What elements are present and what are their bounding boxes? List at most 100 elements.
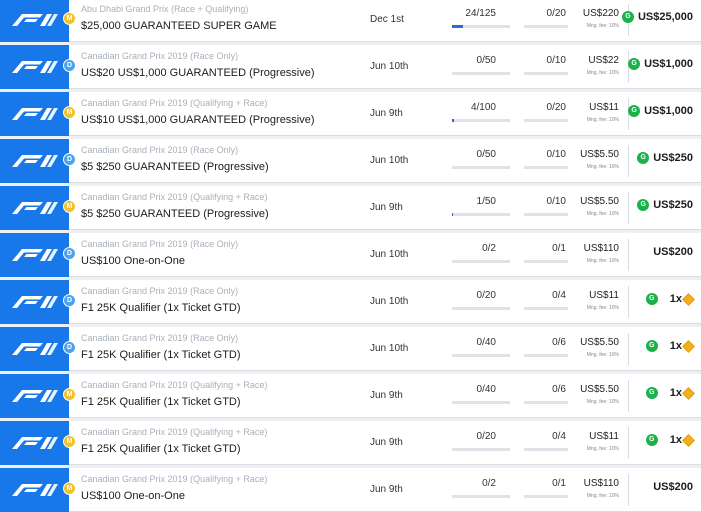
multi-entry-bar	[524, 401, 568, 404]
contest-title[interactable]: $5 $250 GUARANTEED (Progressive)	[81, 161, 269, 173]
contest-row[interactable]: M Abu Dhabi Grand Prix (Race + Qualifying…	[0, 0, 701, 42]
entries-count: 1/50	[476, 196, 496, 207]
multi-entry-bar	[524, 25, 568, 28]
prize-pool: G US$25,000	[621, 11, 693, 23]
game-type-badge: D	[63, 341, 76, 354]
multi-entry-bar	[524, 260, 568, 263]
column-divider	[628, 239, 629, 271]
column-divider	[628, 427, 629, 459]
contest-title[interactable]: F1 25K Qualifier (1x Ticket GTD)	[81, 396, 241, 408]
guaranteed-icon: G	[645, 387, 658, 399]
prize-pool: G 1x	[636, 339, 695, 353]
entries-progress-bar	[452, 354, 510, 357]
f1-logo-icon	[0, 139, 69, 183]
multi-entry-bar	[524, 119, 568, 122]
event-name: Canadian Grand Prix 2019 (Race Only)	[81, 286, 239, 296]
contest-row[interactable]: D Canadian Grand Prix 2019 (Race Only) F1 …	[0, 280, 701, 324]
entries-progress-fill	[452, 119, 455, 122]
contest-title[interactable]: F1 25K Qualifier (1x Ticket GTD)	[81, 349, 241, 361]
entries-count: 0/40	[476, 337, 496, 348]
contest-row[interactable]: M Canadian Grand Prix 2019 (Qualifying + …	[0, 92, 701, 136]
entries-count: 0/40	[476, 384, 496, 395]
game-type-badge: D	[63, 153, 76, 166]
multi-entry-bar	[524, 307, 568, 310]
contest-row[interactable]: D Canadian Grand Prix 2019 (Race Only) F1 …	[0, 327, 701, 371]
event-name: Canadian Grand Prix 2019 (Race Only)	[81, 145, 239, 155]
entries-progress-bar	[452, 119, 510, 122]
entries-progress-bar	[452, 72, 510, 75]
entries-count: 24/125	[465, 8, 496, 19]
contest-row[interactable]: D Canadian Grand Prix 2019 (Race Only) $5 …	[0, 139, 701, 183]
prize-pool: G 1x	[636, 433, 695, 447]
prize-value: US$25,000	[637, 11, 693, 23]
multi-entry-count: 0/1	[552, 478, 566, 489]
f1-logo-icon	[11, 343, 58, 355]
prize-pool: G US$1,000	[628, 105, 693, 117]
entries-progress-bar	[452, 495, 510, 498]
multi-entry-count: 0/1	[552, 243, 566, 254]
ticket-icon	[682, 386, 695, 400]
contest-title[interactable]: US$20 US$1,000 GUARANTEED (Progressive)	[81, 67, 315, 79]
entry-fee: US$11	[589, 102, 619, 113]
prize-pool: G 1x	[636, 386, 695, 400]
event-name: Canadian Grand Prix 2019 (Race Only)	[81, 333, 239, 343]
game-type-badge: M	[63, 200, 76, 213]
entries-progress-fill	[452, 213, 454, 216]
event-name: Canadian Grand Prix 2019 (Qualifying + R…	[81, 98, 268, 108]
entries-progress-bar	[452, 448, 510, 451]
f1-logo-icon	[11, 296, 58, 308]
contest-date: Jun 9th	[370, 484, 403, 495]
game-type-badge: D	[63, 59, 76, 72]
prize-value: 1x	[669, 434, 682, 446]
entries-progress-bar	[452, 401, 510, 404]
game-type-badge: M	[63, 435, 76, 448]
f1-logo-icon	[0, 421, 69, 465]
prize-value: 1x	[669, 387, 682, 399]
contest-date: Jun 10th	[370, 249, 409, 260]
event-name: Abu Dhabi Grand Prix (Race + Qualifying)	[81, 4, 249, 14]
contest-title[interactable]: F1 25K Qualifier (1x Ticket GTD)	[81, 443, 241, 455]
contest-row[interactable]: M Canadian Grand Prix 2019 (Qualifying + …	[0, 421, 701, 465]
game-type-badge: M	[63, 12, 76, 25]
contest-title[interactable]: F1 25K Qualifier (1x Ticket GTD)	[81, 302, 241, 314]
prize-value: US$200	[653, 246, 693, 258]
contest-row[interactable]: M Canadian Grand Prix 2019 (Qualifying + …	[0, 468, 701, 512]
contest-title[interactable]: US$10 US$1,000 GUARANTEED (Progressive)	[81, 114, 315, 126]
contest-title[interactable]: US$100 One-on-One	[81, 255, 185, 267]
game-type-badge: D	[63, 294, 76, 307]
f1-logo-icon	[0, 327, 69, 371]
multi-entry-count: 0/6	[552, 337, 566, 348]
contest-row[interactable]: D Canadian Grand Prix 2019 (Race Only) US$…	[0, 45, 701, 89]
f1-logo-icon	[11, 437, 58, 449]
management-fee-label: Mng. fee: 10%	[586, 493, 619, 499]
guaranteed-icon: G	[645, 340, 658, 352]
contest-title[interactable]: $5 $250 GUARANTEED (Progressive)	[81, 208, 269, 220]
management-fee-label: Mng. fee: 10%	[586, 352, 619, 358]
column-divider	[628, 333, 629, 365]
contest-date: Jun 10th	[370, 296, 409, 307]
column-divider	[628, 145, 629, 177]
multi-entry-count: 0/4	[552, 431, 566, 442]
f1-logo-icon	[0, 468, 69, 512]
entries-progress-bar	[452, 307, 510, 310]
guaranteed-icon: G	[645, 434, 658, 446]
contest-date: Jun 9th	[370, 202, 403, 213]
contest-title[interactable]: US$100 One-on-One	[81, 490, 185, 502]
entry-fee: US$5.50	[580, 149, 619, 160]
f1-logo-icon	[11, 390, 58, 402]
prize-pool: G US$250	[637, 152, 693, 164]
column-divider	[628, 380, 629, 412]
contest-date: Jun 10th	[370, 155, 409, 166]
column-divider	[628, 474, 629, 506]
column-divider	[628, 192, 629, 224]
contest-row[interactable]: M Canadian Grand Prix 2019 (Qualifying + …	[0, 186, 701, 230]
contest-date: Jun 9th	[370, 437, 403, 448]
game-type-badge: M	[63, 106, 76, 119]
management-fee-label: Mng. fee: 10%	[586, 23, 619, 29]
f1-logo-icon	[11, 155, 58, 167]
contest-row[interactable]: D Canadian Grand Prix 2019 (Race Only) US$…	[0, 233, 701, 277]
guaranteed-icon: G	[628, 58, 641, 70]
contest-row[interactable]: M Canadian Grand Prix 2019 (Qualifying + …	[0, 374, 701, 418]
game-type-badge: M	[63, 482, 76, 495]
contest-title[interactable]: $25,000 GUARANTEED SUPER GAME	[81, 20, 277, 32]
